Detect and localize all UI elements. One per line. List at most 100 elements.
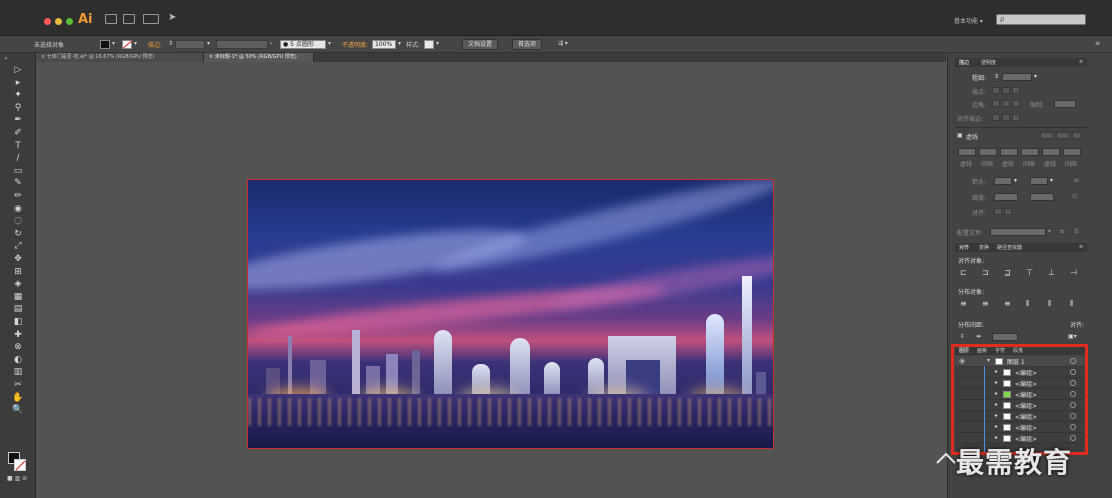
distribute-horizontal-space-icon[interactable]: ⇹: [976, 333, 981, 340]
tab-stroke[interactable]: 描边: [959, 59, 969, 66]
brush-definition-dropdown[interactable]: ● 5 点圆形: [280, 40, 326, 49]
tab-pathfinder[interactable]: 路径查找器: [997, 244, 1022, 251]
graphic-style-swatch[interactable]: [424, 40, 434, 49]
panel-menu-icon[interactable]: ≡: [1079, 244, 1083, 250]
link-scale-icon[interactable]: ⌬: [1072, 193, 1077, 200]
hand-tool-icon[interactable]: ✋: [12, 393, 24, 404]
stroke-weight-field[interactable]: [175, 40, 205, 49]
slice-tool-icon[interactable]: ✂: [12, 380, 24, 391]
projecting-cap-button[interactable]: [1012, 87, 1020, 94]
canvas-area[interactable]: [37, 62, 946, 498]
lasso-tool-icon[interactable]: ⚲: [12, 103, 24, 114]
pencil-tool-icon[interactable]: ✏: [12, 191, 24, 202]
distribute-top-icon[interactable]: ≡: [960, 299, 967, 308]
selection-tool-icon[interactable]: ▷: [12, 65, 24, 76]
blend-tool-icon[interactable]: ✚: [12, 330, 24, 341]
preferences-button[interactable]: 首选项: [512, 39, 543, 50]
close-window-button[interactable]: [44, 18, 51, 25]
butt-cap-button[interactable]: [992, 87, 1000, 94]
tab-transform[interactable]: 变换: [979, 244, 989, 251]
fill-swatch[interactable]: [100, 40, 110, 49]
round-join-button[interactable]: [1002, 100, 1010, 107]
graphic-style-dropdown-icon[interactable]: ▾: [436, 40, 439, 47]
gap-field[interactable]: [1021, 148, 1039, 156]
distribute-right-icon[interactable]: ⦀: [1070, 299, 1074, 309]
stroke-label[interactable]: 描边:: [148, 40, 162, 49]
arrange-icon[interactable]: ⇶ ▾: [558, 40, 568, 47]
distribute-vertical-center-icon[interactable]: ≡: [982, 299, 989, 308]
align-right-icon[interactable]: ⊒: [1004, 268, 1011, 277]
direct-selection-tool-icon[interactable]: ▸: [12, 78, 24, 89]
document-setup-button[interactable]: 文档设置: [462, 39, 499, 50]
tab-transparency[interactable]: 透明度: [981, 59, 996, 66]
minimize-window-button[interactable]: [55, 18, 62, 25]
panel-menu-icon[interactable]: ≡: [1095, 40, 1100, 47]
swap-arrows-icon[interactable]: ⇄: [1074, 177, 1079, 184]
workspace-switcher[interactable]: 基本功能 ▾: [954, 16, 983, 25]
curvature-tool-icon[interactable]: ✐: [12, 128, 24, 139]
gap-field[interactable]: [979, 148, 997, 156]
align-outside-button[interactable]: [1012, 114, 1020, 121]
mesh-tool-icon[interactable]: ▦: [12, 292, 24, 303]
variable-width-profile[interactable]: [216, 40, 268, 49]
line-segment-tool-icon[interactable]: /: [12, 153, 24, 164]
brush-dropdown-icon[interactable]: ▾: [328, 40, 331, 47]
eyedropper-tool-icon[interactable]: ◧: [12, 317, 24, 328]
align-left-icon[interactable]: ⊏: [960, 268, 967, 277]
align-vertical-center-icon[interactable]: ⊥: [1048, 268, 1055, 277]
arrow-start-dropdown-icon[interactable]: ▾: [1014, 177, 1017, 184]
tab-document-1[interactable]: × 七体门是否-定.ai* @ 16.67% (RGB/GPU 预览): [36, 53, 204, 62]
collapse-tools-icon[interactable]: «: [4, 55, 8, 62]
color-mode-icons[interactable]: ■ ▥ ⊘: [7, 475, 27, 482]
symbol-sprayer-tool-icon[interactable]: ⊗: [12, 342, 24, 353]
weight-field[interactable]: [1002, 73, 1032, 81]
width-tool-icon[interactable]: ⤢: [12, 241, 24, 252]
zoom-tool-icon[interactable]: 🔍: [12, 405, 24, 416]
search-input[interactable]: ρ: [996, 14, 1086, 25]
dash-preserve-button[interactable]: [1040, 132, 1054, 139]
arrow-align-place-button[interactable]: [1004, 208, 1012, 215]
arrow-align-extend-button[interactable]: [994, 208, 1002, 215]
flip-along-icon[interactable]: ⇆: [1060, 228, 1065, 235]
send-icon[interactable]: ➤: [168, 12, 176, 23]
weight-dropdown-icon[interactable]: ▾: [1034, 73, 1037, 80]
perspective-grid-tool-icon[interactable]: ◈: [12, 279, 24, 290]
distribute-horizontal-center-icon[interactable]: ⦀: [1048, 299, 1052, 309]
stroke-color-box[interactable]: [14, 459, 26, 471]
weight-stepper-icon[interactable]: ⇕: [994, 73, 999, 80]
arrange-documents-icon[interactable]: [143, 14, 159, 24]
align-to-selection-icon[interactable]: ▣▾: [1068, 333, 1077, 340]
dash-align-button[interactable]: [1056, 132, 1070, 139]
round-cap-button[interactable]: [1002, 87, 1010, 94]
align-horizontal-center-icon[interactable]: ⊐: [982, 268, 989, 277]
profile-select[interactable]: [990, 228, 1046, 236]
stroke-swatch[interactable]: [122, 40, 133, 49]
shape-builder-tool-icon[interactable]: ⊞: [12, 267, 24, 278]
panel-menu-icon[interactable]: ≡: [1079, 59, 1083, 65]
stock-icon[interactable]: [123, 14, 135, 24]
stroke-dropdown-icon[interactable]: ▾: [134, 40, 137, 47]
type-tool-icon[interactable]: T: [12, 141, 24, 152]
column-graph-tool-icon[interactable]: ◐: [12, 355, 24, 366]
distribute-bottom-icon[interactable]: ≡: [1004, 299, 1011, 308]
shaper-tool-icon[interactable]: ◉: [12, 204, 24, 215]
free-transform-tool-icon[interactable]: ✥: [12, 254, 24, 265]
distribute-vertical-space-icon[interactable]: ⇳: [960, 333, 965, 340]
align-inside-button[interactable]: [1002, 114, 1010, 121]
scale-start-field[interactable]: [994, 193, 1018, 201]
scale-end-field[interactable]: [1030, 193, 1054, 201]
opacity-dropdown-icon[interactable]: ▾: [398, 40, 401, 47]
dash-field[interactable]: [958, 148, 976, 156]
pen-tool-icon[interactable]: ✒: [12, 115, 24, 126]
arrow-end-dropdown-icon[interactable]: ▾: [1050, 177, 1053, 184]
spacing-field[interactable]: [992, 333, 1018, 341]
rotate-tool-icon[interactable]: ↻: [12, 229, 24, 240]
dash-field[interactable]: [1042, 148, 1060, 156]
zoom-window-button[interactable]: [66, 18, 73, 25]
align-center-button[interactable]: [992, 114, 1000, 121]
limit-field[interactable]: [1054, 100, 1076, 108]
paintbrush-tool-icon[interactable]: ✎: [12, 178, 24, 189]
gradient-tool-icon[interactable]: ▤: [12, 304, 24, 315]
fill-dropdown-icon[interactable]: ▾: [112, 40, 115, 47]
align-bottom-icon[interactable]: ⊣: [1070, 268, 1077, 277]
